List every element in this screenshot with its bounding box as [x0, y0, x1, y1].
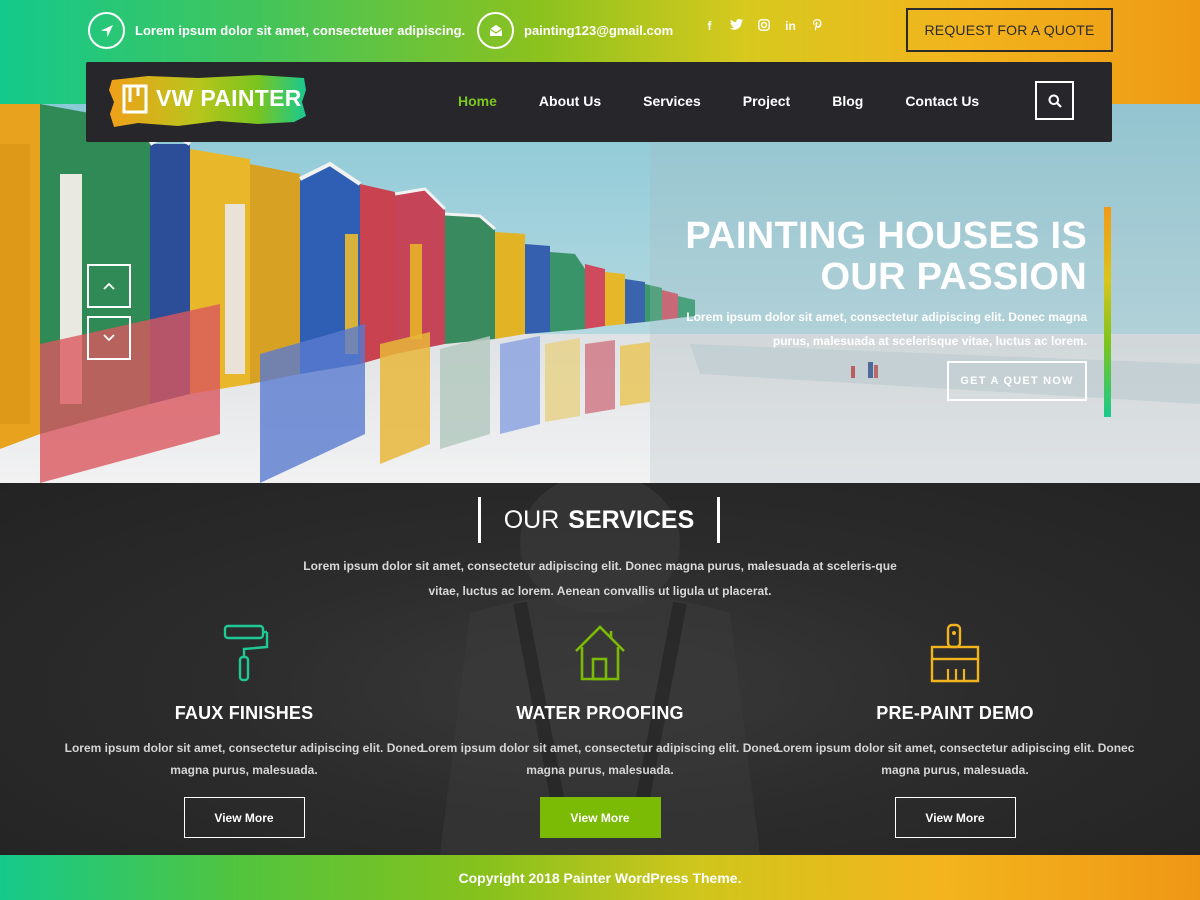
view-more-button[interactable]: View More — [894, 797, 1016, 838]
nav-blog[interactable]: Blog — [832, 93, 863, 109]
slider-next-button[interactable] — [87, 316, 131, 360]
paint-roller-icon — [223, 624, 269, 682]
footer: Copyright 2018 Painter WordPress Theme. — [0, 855, 1200, 900]
slider-prev-button[interactable] — [87, 264, 131, 308]
chevron-up-icon — [103, 282, 115, 290]
linkedin-icon[interactable]: in — [777, 19, 804, 33]
service-title: PRE-PAINT DEMO — [876, 703, 1034, 723]
service-text: Lorem ipsum dolor sit amet, consectetur … — [775, 741, 1135, 777]
hero-description: Lorem ipsum dolor sit amet, consectetur … — [686, 310, 1087, 348]
service-text: Lorem ipsum dolor sit amet, consectetur … — [64, 741, 424, 777]
service-card-pre-paint-demo: PRE-PAINT DEMO Lorem ipsum dolor sit ame… — [775, 623, 1135, 838]
site-logo[interactable]: VW PAINTER — [108, 72, 308, 130]
request-quote-button[interactable]: REQUEST FOR A QUOTE — [906, 8, 1113, 52]
topbar-email[interactable]: painting123@gmail.com — [477, 12, 673, 49]
service-title: FAUX FINISHES — [174, 703, 314, 723]
services-intro: Lorem ipsum dolor sit amet, consectetur … — [303, 559, 897, 598]
service-card-faux-finishes: FAUX FINISHES Lorem ipsum dolor sit amet… — [64, 623, 424, 838]
services-heading-thin: OUR — [503, 505, 560, 534]
topbar-address: Lorem ipsum dolor sit amet, consectetuer… — [88, 12, 465, 49]
chevron-down-icon — [103, 334, 115, 342]
instagram-icon[interactable] — [750, 19, 777, 33]
address-text: Lorem ipsum dolor sit amet, consectetuer… — [135, 23, 466, 38]
services-heading: OUR SERVICES — [478, 497, 720, 543]
search-button[interactable] — [1035, 81, 1074, 120]
hero-title: PAINTING HOUSES IS OUR PASSION — [685, 216, 1087, 298]
view-more-button[interactable]: View More — [539, 797, 661, 838]
nav-services[interactable]: Services — [643, 93, 701, 109]
service-card-water-proofing: WATER PROOFING Lorem ipsum dolor sit ame… — [420, 623, 780, 838]
pinterest-icon[interactable] — [804, 19, 831, 33]
email-text[interactable]: painting123@gmail.com — [524, 23, 673, 38]
main-navbar: VW PAINTER Home About Us Services Projec… — [86, 62, 1112, 142]
nav-about-us[interactable]: About Us — [539, 93, 601, 109]
services-section: OUR SERVICES Lorem ipsum dolor sit amet,… — [0, 483, 1200, 855]
search-icon — [1048, 94, 1062, 108]
hero-title-line1: PAINTING HOUSES IS — [685, 215, 1087, 257]
hero-title-line2: OUR PASSION — [820, 256, 1087, 298]
hero-accent-bar — [1104, 207, 1111, 417]
nav-home[interactable]: Home — [458, 93, 497, 109]
nav-contact-us[interactable]: Contact Us — [905, 93, 979, 109]
facebook-icon[interactable]: f — [696, 19, 723, 33]
main-menu: Home About Us Services Project Blog Cont… — [458, 93, 1021, 109]
view-more-button[interactable]: View More — [183, 797, 305, 838]
location-arrow-icon — [88, 12, 125, 49]
twitter-icon[interactable] — [723, 19, 750, 33]
social-links: f in — [696, 19, 831, 33]
house-icon — [575, 625, 625, 681]
nav-project[interactable]: Project — [743, 93, 790, 109]
service-title: WATER PROOFING — [516, 703, 684, 723]
service-text: Lorem ipsum dolor sit amet, consectetur … — [420, 741, 780, 777]
logo-text: VW PAINTER — [156, 85, 302, 111]
get-a-quote-button[interactable]: GET A QUET NOW — [947, 361, 1087, 401]
envelope-icon — [477, 12, 514, 49]
services-heading-bold: SERVICES — [568, 505, 695, 534]
copyright-text: Copyright 2018 Painter WordPress Theme. — [458, 869, 742, 886]
hero-slider: PAINTING HOUSES IS OUR PASSION Lorem ips… — [0, 104, 1200, 483]
paint-brush-icon — [930, 623, 980, 683]
